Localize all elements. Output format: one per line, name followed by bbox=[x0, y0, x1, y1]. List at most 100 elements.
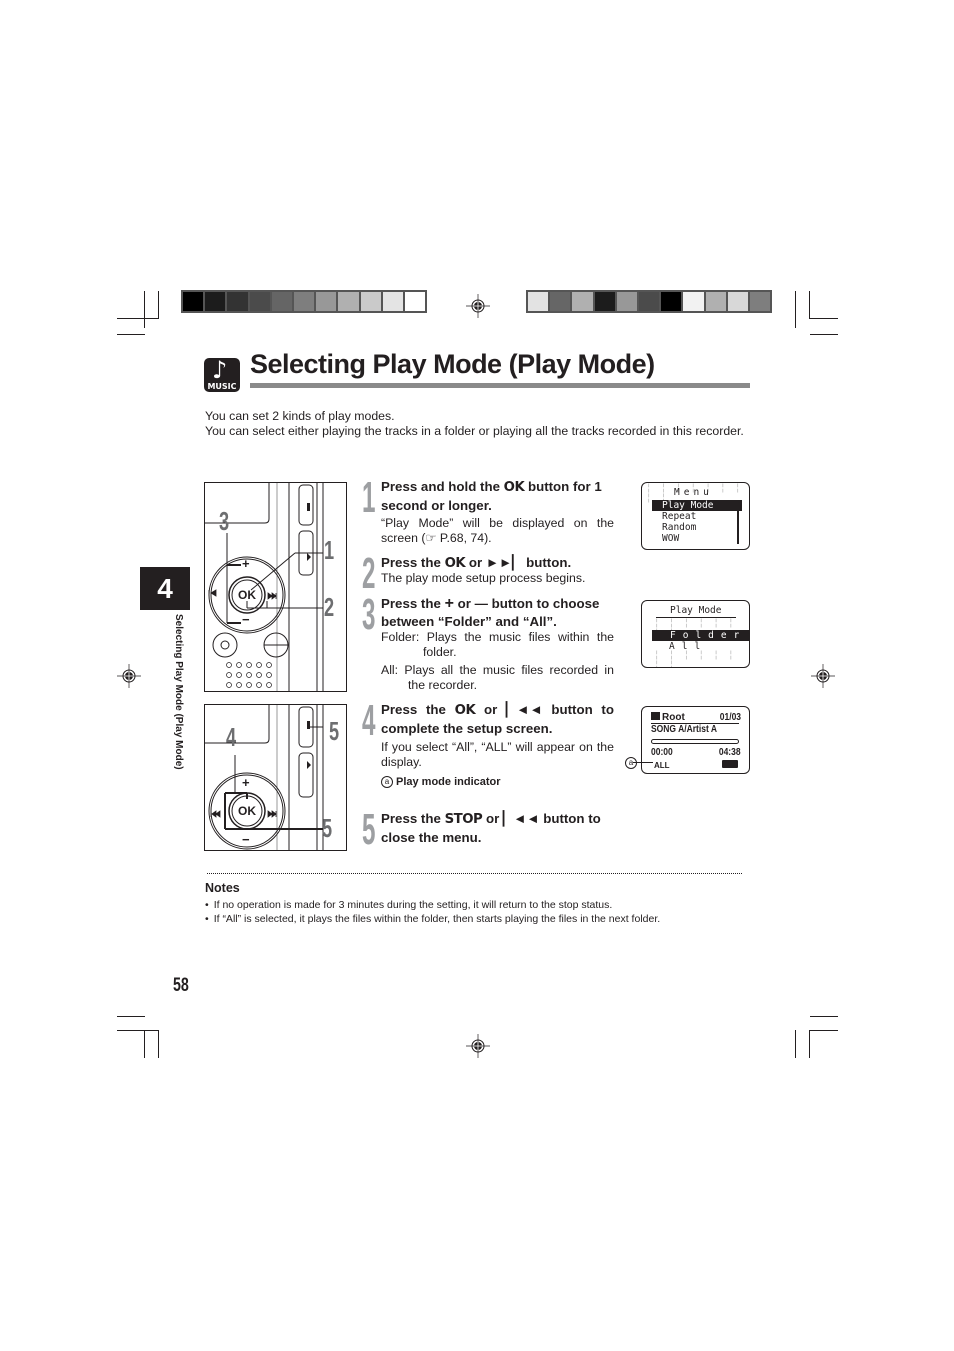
plus-glyph: + bbox=[444, 595, 454, 612]
play-mode-indicator-note: a Play mode indicator bbox=[381, 775, 614, 790]
step-number: 5 bbox=[362, 805, 376, 854]
lcd-menu-item: WOW bbox=[662, 533, 680, 544]
color-swatch bbox=[705, 292, 726, 311]
color-swatch bbox=[316, 292, 337, 311]
blink-indicator: ╎ ╎ ╎ ╎ ╎ ╎ ╎ ╎ bbox=[654, 651, 736, 668]
crop-mark bbox=[144, 1030, 145, 1058]
minus-glyph: — bbox=[474, 596, 488, 611]
crop-mark bbox=[117, 1030, 159, 1031]
chapter-side-label: Selecting Play Mode (Play Mode) bbox=[173, 614, 184, 770]
color-swatch bbox=[293, 292, 315, 311]
step-body: Folder: Plays the music files within the… bbox=[381, 630, 614, 692]
notes-heading: Notes bbox=[205, 881, 240, 895]
color-swatch bbox=[360, 292, 381, 311]
note-item: If no operation is made for 3 minutes du… bbox=[205, 898, 750, 912]
music-note-icon: ♪ bbox=[212, 356, 228, 384]
color-swatch bbox=[616, 292, 637, 311]
step-body-text: “Play Mode” will be displayed on the scr… bbox=[381, 516, 614, 545]
crop-mark bbox=[810, 334, 838, 335]
step-body: If you select “All”, “ALL” will appear o… bbox=[381, 740, 614, 790]
color-swatch bbox=[572, 292, 593, 311]
color-swatch bbox=[404, 292, 426, 311]
minus-button-label: − bbox=[242, 612, 250, 627]
lcd-folder: Root bbox=[651, 712, 685, 723]
step-number: 4 bbox=[362, 696, 376, 745]
lcd-play-mode-indicator: ALL bbox=[654, 761, 670, 770]
folder-icon bbox=[651, 712, 660, 720]
step-heading-text: Press the bbox=[381, 555, 445, 570]
lcd-menu-item: Repeat bbox=[662, 511, 697, 522]
page-title: Selecting Play Mode (Play Mode) bbox=[250, 349, 655, 379]
color-swatch bbox=[382, 292, 403, 311]
lcd-folder-name: Root bbox=[662, 712, 685, 723]
step-heading-text: Press and hold the bbox=[381, 479, 504, 494]
registration-mark-icon bbox=[466, 294, 490, 318]
step-heading-text: Press the bbox=[381, 596, 445, 611]
lcd-progress-bar bbox=[651, 739, 739, 744]
chapter-tab: 4 bbox=[140, 567, 190, 610]
intro-text: You can set 2 kinds of play modes. You c… bbox=[205, 409, 750, 438]
crop-mark bbox=[795, 1030, 796, 1058]
figure-callout-5: 5 bbox=[329, 716, 340, 746]
registration-mark-icon bbox=[466, 1034, 490, 1058]
step-heading-text: or bbox=[453, 596, 475, 611]
color-swatch bbox=[749, 292, 771, 311]
page-number: 58 bbox=[173, 975, 189, 996]
crop-mark bbox=[810, 1030, 838, 1031]
lcd-song-title: SONG A/Artist A bbox=[651, 724, 717, 735]
ok-button-glyph: OK bbox=[454, 703, 476, 718]
lcd-menu-screen: ╎ ╎ ╎ ╎ ╎ ╎ ╎ ╎ ╎ Menu Play Mode Repeat … bbox=[641, 482, 750, 550]
all-option-description: All: Plays all the music files recorded … bbox=[381, 663, 614, 692]
crop-mark bbox=[158, 291, 159, 319]
crop-mark bbox=[117, 318, 159, 319]
intro-line: You can select either playing the tracks… bbox=[205, 423, 744, 438]
plus-button-label: + bbox=[242, 556, 250, 571]
figure-callout-4: 4 bbox=[226, 722, 237, 752]
title-underline bbox=[250, 383, 750, 388]
crop-mark bbox=[117, 334, 145, 335]
ok-button-label: OK bbox=[238, 804, 256, 818]
step-heading: Press the STOP or ▏◄◄ button to close th… bbox=[381, 810, 614, 847]
lcd-playback-screen: Root 01/03 SONG A/Artist A 00:00 04:38 A… bbox=[641, 706, 750, 774]
color-swatch bbox=[727, 292, 748, 311]
color-swatch bbox=[594, 292, 615, 311]
step-heading: Press the + or — button to choose betwee… bbox=[381, 595, 614, 631]
music-section-icon: ♪ MUSIC bbox=[204, 356, 240, 392]
step-number: 1 bbox=[362, 473, 376, 522]
crop-mark bbox=[810, 318, 838, 319]
step-body: “Play Mode” will be displayed on the scr… bbox=[381, 516, 614, 545]
registration-mark-icon bbox=[117, 664, 141, 688]
ok-button-label: OK bbox=[238, 588, 256, 602]
note-item: If “All” is selected, it plays the files… bbox=[205, 912, 750, 926]
callout-marker-a: a bbox=[381, 776, 393, 788]
crop-mark bbox=[809, 1030, 810, 1058]
color-swatch bbox=[249, 292, 270, 311]
lcd-menu-title: Menu bbox=[674, 487, 713, 498]
step-heading-text: Press the bbox=[381, 702, 455, 717]
color-swatch bbox=[183, 292, 204, 311]
lcd-title-rule bbox=[656, 617, 736, 618]
battery-icon bbox=[722, 760, 738, 768]
step-heading: Press the OK or ▏◄◄ button to complete t… bbox=[381, 701, 614, 738]
step-body-text: The play mode setup process begins. bbox=[381, 571, 586, 585]
plus-button-label: + bbox=[242, 775, 250, 790]
lcd-total-time: 04:38 bbox=[719, 747, 741, 758]
lcd-menu-item-selected: Play Mode bbox=[652, 500, 742, 511]
step-number: 3 bbox=[362, 590, 376, 639]
notes-divider bbox=[207, 873, 742, 874]
crop-mark bbox=[810, 1016, 838, 1017]
step-heading-text: Press the bbox=[381, 811, 445, 826]
music-icon-label: MUSIC bbox=[207, 382, 237, 391]
callout-marker-a: a bbox=[625, 757, 637, 769]
color-swatch bbox=[528, 292, 549, 311]
color-swatch bbox=[661, 292, 682, 311]
ok-button-glyph: OK bbox=[444, 556, 466, 571]
lcd-elapsed-time: 00:00 bbox=[651, 747, 673, 758]
lcd-play-mode-screen: Play Mode ╎ ╎ ╎ ╎ ╎ ╎ ╎ ╎ Folder All ╎ ╎… bbox=[641, 600, 750, 668]
figure-callout-1: 1 bbox=[324, 535, 335, 565]
crop-mark bbox=[158, 1030, 159, 1058]
stop-button-glyph: STOP bbox=[444, 812, 483, 827]
folder-option-description: Folder: Plays the music files within the… bbox=[381, 630, 614, 659]
color-calibration-bar-right bbox=[526, 290, 772, 313]
callout-note-text: Play mode indicator bbox=[396, 776, 501, 788]
